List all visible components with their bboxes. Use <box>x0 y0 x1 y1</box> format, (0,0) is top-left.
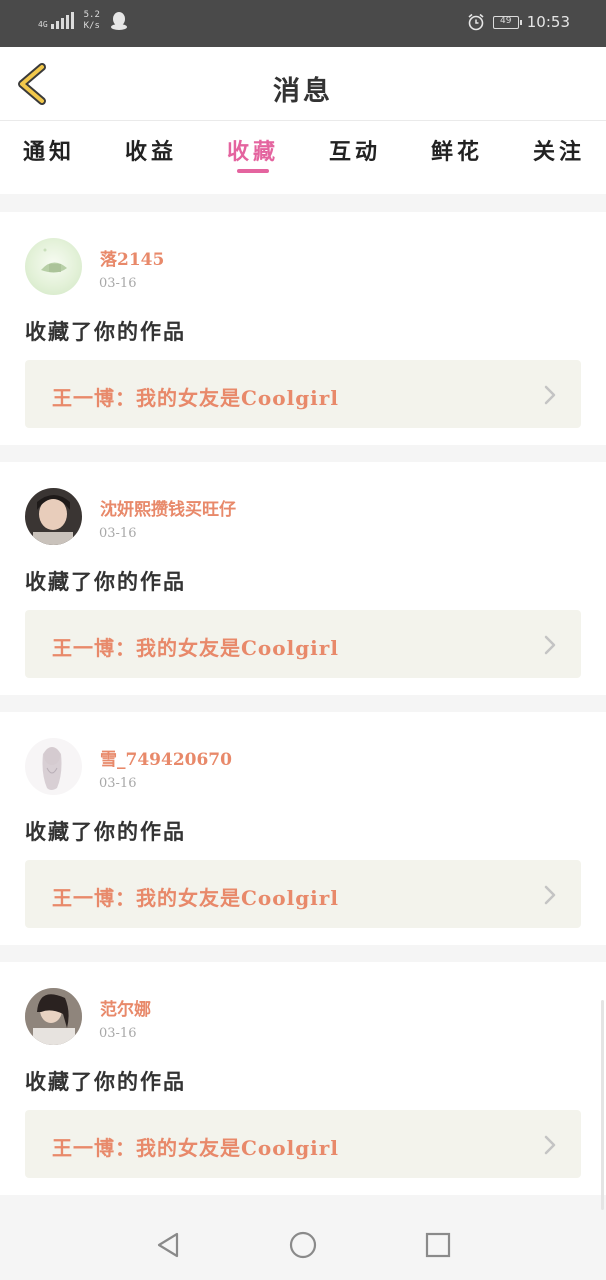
clock: 10:53 <box>526 13 570 31</box>
battery-level: 49 <box>500 15 512 26</box>
chevron-right-icon <box>544 885 556 905</box>
alarm-icon <box>468 13 484 31</box>
avatar[interactable] <box>25 988 82 1045</box>
battery-icon: 49 <box>492 15 522 29</box>
date: 03-16 <box>99 276 137 291</box>
back-triangle-icon[interactable] <box>153 1230 183 1260</box>
date: 03-16 <box>99 526 137 541</box>
tab-follows[interactable]: 关注 <box>519 134 599 166</box>
home-circle-icon[interactable] <box>288 1230 318 1260</box>
username[interactable]: 范尔娜 <box>100 995 151 1020</box>
header: 消息 <box>0 47 606 121</box>
status-left: 4G 5.2 K/s <box>38 10 128 32</box>
username[interactable]: 沈妍熙攒钱买旺仔 <box>100 495 236 520</box>
date: 03-16 <box>99 1026 137 1041</box>
status-right: 49 10:53 <box>467 13 570 31</box>
network-type: 4G <box>38 20 48 29</box>
avatar[interactable] <box>25 238 82 295</box>
work-link[interactable]: 王一博：我的女友是Coolgirl <box>25 860 581 928</box>
tab-flowers[interactable]: 鲜花 <box>417 134 497 166</box>
tab-favorites[interactable]: 收藏 <box>213 134 293 166</box>
list-item: 落2145 03-16 收藏了你的作品 王一博：我的女友是Coolgirl <box>0 212 606 445</box>
username[interactable]: 雪_749420670 <box>100 745 232 770</box>
list-item: 沈妍熙攒钱买旺仔 03-16 收藏了你的作品 王一博：我的女友是Coolgirl <box>0 462 606 695</box>
work-title: 王一博：我的女友是Coolgirl <box>52 886 339 910</box>
network-speed: 5.2 K/s <box>83 10 100 31</box>
username[interactable]: 落2145 <box>100 245 164 270</box>
active-tab-indicator <box>237 169 269 173</box>
tab-notifications[interactable]: 通知 <box>9 134 89 166</box>
status-bar: 4G 5.2 K/s 49 10:53 <box>0 0 606 47</box>
chevron-right-icon <box>544 1135 556 1155</box>
list-item: 雪_749420670 03-16 收藏了你的作品 王一博：我的女友是Coolg… <box>0 712 606 945</box>
page-title: 消息 <box>273 76 333 107</box>
signal-icon: 4G <box>38 12 74 29</box>
work-title: 王一博：我的女友是Coolgirl <box>52 636 339 660</box>
list-item: 范尔娜 03-16 收藏了你的作品 王一博：我的女友是Coolgirl <box>0 962 606 1195</box>
avatar[interactable] <box>25 488 82 545</box>
action-text: 收藏了你的作品 <box>25 569 186 594</box>
chevron-right-icon <box>544 385 556 405</box>
work-title: 王一博：我的女友是Coolgirl <box>52 1136 339 1160</box>
tab-earnings[interactable]: 收益 <box>111 134 191 166</box>
qq-icon <box>110 12 127 30</box>
system-nav-bar <box>0 1212 606 1280</box>
work-link[interactable]: 王一博：我的女友是Coolgirl <box>25 360 581 428</box>
date: 03-16 <box>99 776 137 791</box>
action-text: 收藏了你的作品 <box>25 1069 186 1094</box>
avatar[interactable] <box>25 738 82 795</box>
action-text: 收藏了你的作品 <box>25 819 186 844</box>
work-link[interactable]: 王一博：我的女友是Coolgirl <box>25 610 581 678</box>
tab-bar: 通知 收益 收藏 互动 鲜花 关注 <box>0 121 606 194</box>
tab-interactions[interactable]: 互动 <box>315 134 395 166</box>
action-text: 收藏了你的作品 <box>25 319 186 344</box>
work-link[interactable]: 王一博：我的女友是Coolgirl <box>25 1110 581 1178</box>
scrollbar[interactable] <box>601 1000 604 1210</box>
recents-square-icon[interactable] <box>423 1230 453 1260</box>
work-title: 王一博：我的女友是Coolgirl <box>52 386 339 410</box>
chevron-right-icon <box>544 635 556 655</box>
